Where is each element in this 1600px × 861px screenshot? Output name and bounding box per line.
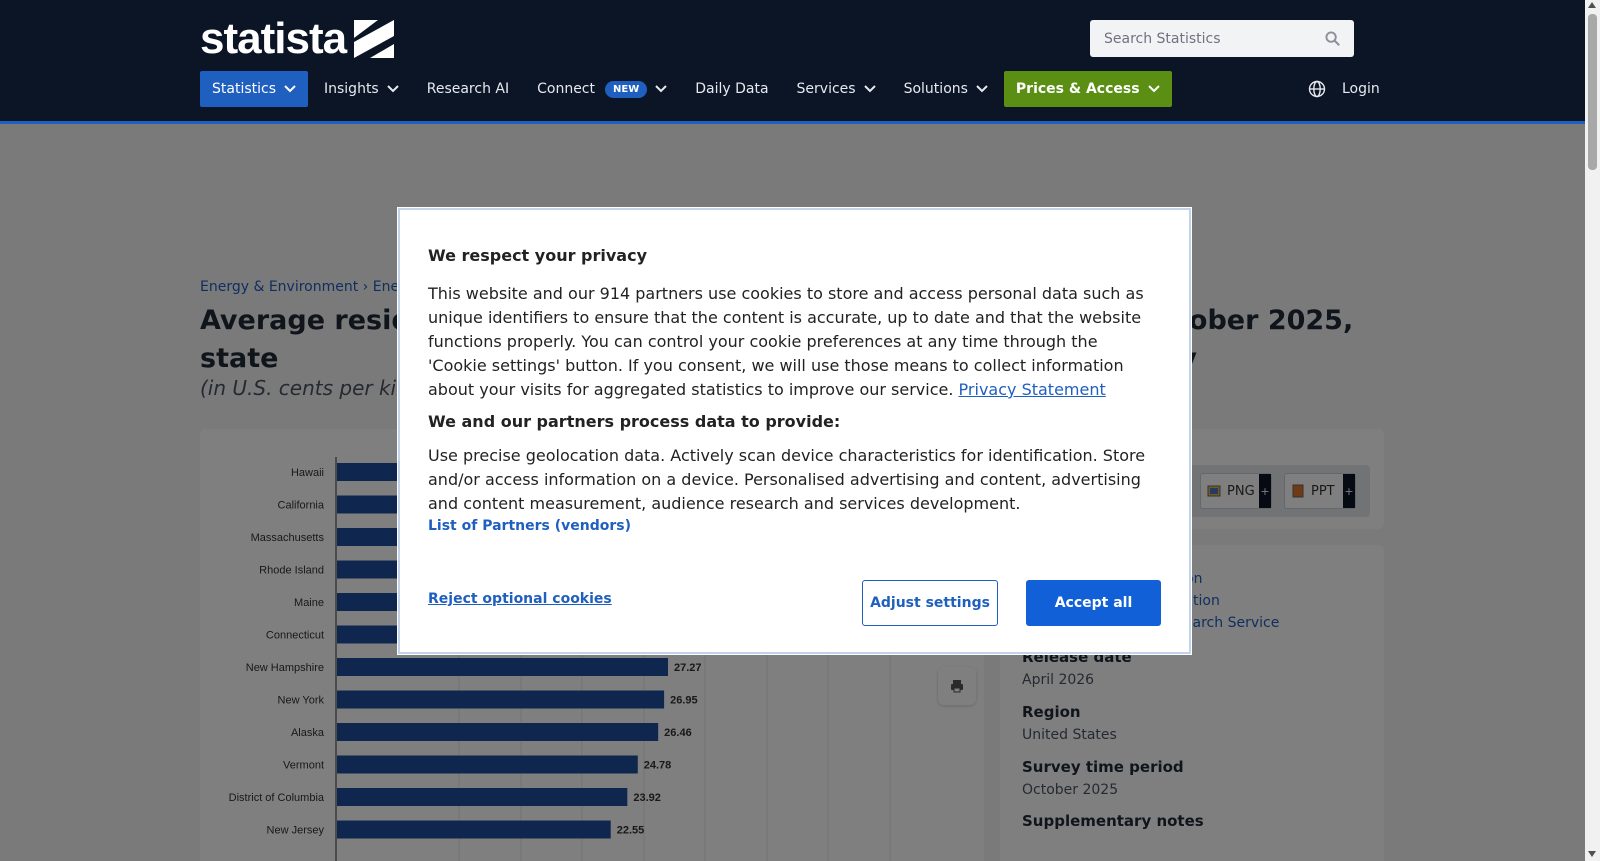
partners-list-link[interactable]: List of Partners (vendors) bbox=[428, 518, 631, 534]
dialog-purposes: Use precise geolocation data. Actively s… bbox=[428, 446, 1146, 513]
nav-right: Login bbox=[1308, 71, 1380, 107]
chevron-down-icon bbox=[863, 85, 876, 93]
nav-services-label: Services bbox=[796, 81, 856, 97]
logo-mark-icon bbox=[354, 20, 395, 58]
reject-optional-cookies-link[interactable]: Reject optional cookies bbox=[428, 591, 612, 607]
nav-connect-label: Connect bbox=[537, 81, 595, 97]
scroll-up-arrow-icon[interactable] bbox=[1588, 2, 1596, 8]
dialog-subheading: We and our partners process data to prov… bbox=[428, 412, 841, 431]
login-link[interactable]: Login bbox=[1342, 81, 1380, 97]
globe-icon[interactable] bbox=[1308, 80, 1326, 98]
site-header: statista Search Statistics Statistics In… bbox=[0, 0, 1585, 124]
nav-statistics-label: Statistics bbox=[212, 81, 276, 97]
nav-daily-data[interactable]: Daily Data bbox=[683, 71, 780, 107]
scroll-down-arrow-icon[interactable] bbox=[1588, 851, 1596, 857]
privacy-statement-link[interactable]: Privacy Statement bbox=[959, 380, 1106, 399]
nav-connect[interactable]: Connect NEW bbox=[525, 71, 679, 107]
nav-insights[interactable]: Insights bbox=[312, 71, 411, 107]
chevron-down-icon bbox=[976, 85, 988, 93]
adjust-settings-button[interactable]: Adjust settings bbox=[862, 580, 998, 626]
nav-daily-data-label: Daily Data bbox=[695, 81, 769, 97]
nav-prices-access-label: Prices & Access bbox=[1015, 81, 1140, 97]
nav-statistics[interactable]: Statistics bbox=[200, 71, 308, 107]
chevron-down-icon bbox=[387, 85, 399, 93]
page-scrollbar[interactable] bbox=[1585, 0, 1600, 861]
accept-all-button[interactable]: Accept all bbox=[1026, 580, 1161, 626]
nav-prices-access[interactable]: Prices & Access bbox=[1003, 71, 1172, 107]
dialog-body: This website and our 914 partners use co… bbox=[428, 282, 1158, 402]
scrollbar-thumb[interactable] bbox=[1588, 14, 1597, 170]
dialog-heading: We respect your privacy bbox=[428, 246, 648, 265]
search-input[interactable]: Search Statistics bbox=[1090, 20, 1354, 57]
search-icon[interactable] bbox=[1325, 31, 1340, 46]
cookie-consent-dialog: We respect your privacy This website and… bbox=[398, 208, 1191, 654]
statista-logo[interactable]: statista bbox=[200, 14, 395, 63]
nav-research-ai-label: Research AI bbox=[426, 81, 510, 97]
nav-insights-label: Insights bbox=[324, 81, 379, 97]
nav-research-ai[interactable]: Research AI bbox=[415, 71, 521, 107]
main-nav: Statistics Insights Research AI Connect … bbox=[200, 71, 1176, 107]
nav-solutions[interactable]: Solutions bbox=[892, 71, 1000, 107]
new-badge: NEW bbox=[605, 80, 648, 98]
chevron-down-icon bbox=[655, 85, 667, 93]
logo-text: statista bbox=[200, 14, 347, 63]
nav-services[interactable]: Services bbox=[785, 71, 888, 107]
chevron-down-icon bbox=[1147, 85, 1160, 93]
nav-solutions-label: Solutions bbox=[903, 81, 968, 97]
search-placeholder: Search Statistics bbox=[1104, 30, 1221, 47]
chevron-down-icon bbox=[284, 85, 296, 93]
